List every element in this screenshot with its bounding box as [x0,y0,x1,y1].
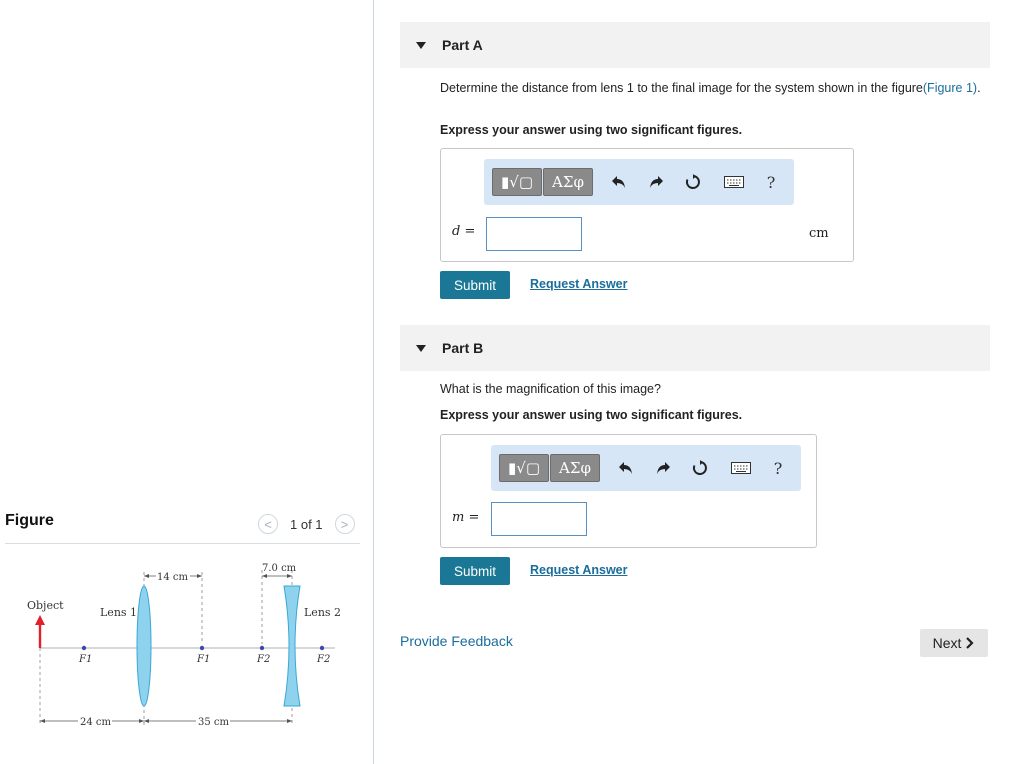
part-b-request-answer-link[interactable]: Request Answer [530,563,627,577]
provide-feedback-link[interactable]: Provide Feedback [400,633,513,649]
next-label: Next [932,635,962,651]
f2-left-label: F2 [256,654,270,665]
focal-point-f1-left [81,645,87,651]
part-b-question: What is the magnification of this image? [440,382,661,396]
part-a-request-answer-link[interactable]: Request Answer [530,277,627,291]
dim-35-label: 35 cm [198,717,230,728]
focal-point-f2-left [259,645,265,651]
help-icon[interactable]: ? [767,458,789,478]
dim-24-label: 24 cm [80,717,112,728]
prev-figure-button[interactable]: < [258,514,278,534]
part-a-question: Determine the distance from lens 1 to th… [440,80,990,96]
next-button[interactable]: Next [920,629,988,657]
lens1-label: Lens 1 [100,606,137,619]
part-b-submit-button[interactable]: Submit [440,557,510,585]
dim-7-label: 7.0 cm [262,563,297,574]
keyboard-icon[interactable] [729,458,753,478]
part-a-question-end: . [977,81,981,95]
redo-icon[interactable] [645,172,667,192]
variable-d-label: d = [452,224,476,239]
answer-m-input[interactable] [491,502,587,536]
lens-2 [283,585,301,707]
dim-14-label: 14 cm [157,572,189,583]
object-arrow-head [35,615,45,625]
focal-point-f1-right [199,645,205,651]
f1-left-label: F1 [78,654,92,665]
help-icon[interactable]: ? [760,172,782,192]
part-a-answer-box: ▮√▢ ΑΣφ ? d = cm [440,148,854,262]
lens-diagram: Object Lens 1 Lens 2 F1 F1 F2 F2 14 cm 7… [27,563,341,728]
redo-icon[interactable] [652,458,674,478]
f1-right-label: F1 [196,654,210,665]
undo-icon[interactable] [615,458,637,478]
figure-link[interactable]: (Figure 1) [923,81,977,95]
part-a-question-text: Determine the distance from lens 1 to th… [440,81,923,95]
math-toolbar: ▮√▢ ΑΣφ ? [484,159,794,205]
greek-symbols-button[interactable]: ΑΣφ [550,454,600,482]
templates-button[interactable]: ▮√▢ [492,168,542,196]
undo-icon[interactable] [608,172,630,192]
f2-right-label: F2 [316,654,330,665]
greek-symbols-button[interactable]: ΑΣφ [543,168,593,196]
figure-title: Figure [5,512,54,529]
collapse-caret-icon [416,344,426,352]
part-a-submit-button[interactable]: Submit [440,271,510,299]
reset-icon[interactable] [689,458,711,478]
chevron-right-icon [966,637,974,649]
figure-pane: Figure < 1 of 1 > Object Lens 1 Lens 2 F… [0,0,374,764]
part-a-header[interactable]: Part A [400,22,990,68]
figure-pager: < 1 of 1 > [258,514,355,534]
unit-label: cm [809,226,829,241]
next-figure-button[interactable]: > [334,514,355,534]
divider [5,543,360,544]
templates-button[interactable]: ▮√▢ [499,454,549,482]
part-b-instruction: Express your answer using two significan… [440,408,743,422]
keyboard-icon[interactable] [722,172,746,192]
answer-d-input[interactable] [486,217,582,251]
part-b-title: Part B [442,340,484,356]
collapse-caret-icon [416,41,426,49]
focal-point-f2-right [319,645,325,651]
part-a-title: Part A [442,37,483,53]
variable-m-label: m = [452,510,480,525]
reset-icon[interactable] [682,172,704,192]
part-b-header[interactable]: Part B [400,325,990,371]
math-toolbar: ▮√▢ ΑΣφ ? [491,445,801,491]
part-b-answer-box: ▮√▢ ΑΣφ ? m = [440,434,817,548]
object-label: Object [27,599,64,612]
part-a-instruction: Express your answer using two significan… [440,123,743,137]
lens-1 [136,585,152,707]
lens2-label: Lens 2 [304,606,341,619]
figure-counter: 1 of 1 [290,516,323,532]
